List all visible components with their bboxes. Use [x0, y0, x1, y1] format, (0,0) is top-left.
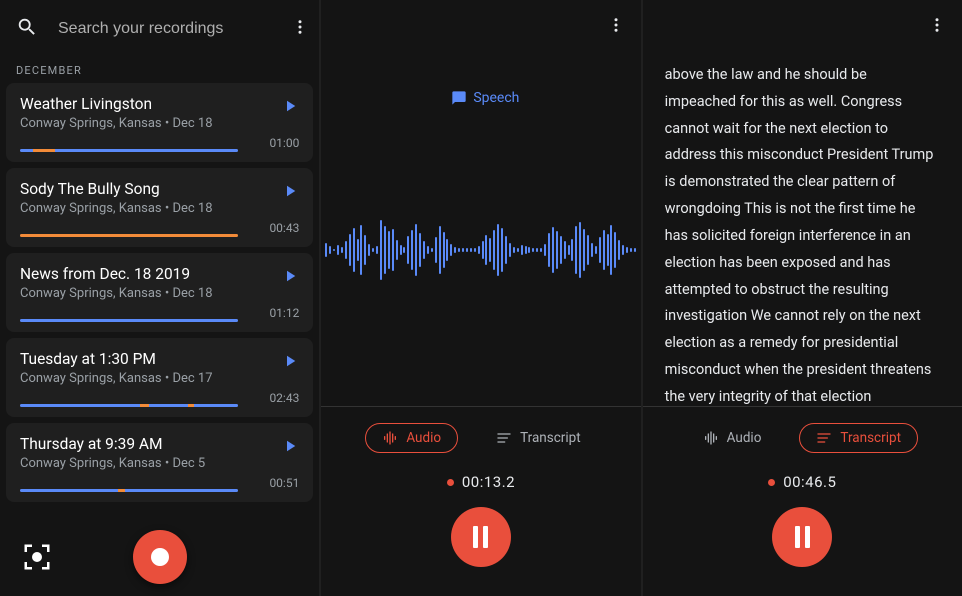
- recording-duration: 00:43: [269, 221, 299, 235]
- recordings-list: Weather Livingston Conway Springs, Kansas…: [0, 83, 319, 502]
- recording-classification-bar: [20, 489, 238, 492]
- recordings-pane: DECEMBER Weather Livingston Conway Spring…: [0, 0, 319, 596]
- player-footer: Audio Transcript 00:13.2: [321, 406, 640, 596]
- recording-item[interactable]: News from Dec. 18 2019 Conway Springs, Ka…: [6, 253, 313, 332]
- recording-subtitle: Conway Springs, Kansas • Dec 18: [20, 116, 299, 131]
- waveform[interactable]: [321, 205, 640, 295]
- recording-duration: 02:43: [269, 391, 299, 405]
- recording-indicator-icon: [768, 479, 775, 486]
- more-icon[interactable]: [285, 12, 315, 46]
- play-icon[interactable]: [281, 97, 299, 119]
- recording-item[interactable]: Sody The Bully Song Conway Springs, Kansa…: [6, 168, 313, 247]
- play-icon[interactable]: [281, 267, 299, 289]
- record-button[interactable]: [133, 530, 187, 584]
- play-icon[interactable]: [281, 352, 299, 374]
- transcript-tab[interactable]: Transcript: [799, 423, 918, 453]
- month-header: DECEMBER: [0, 50, 319, 83]
- recording-classification-bar: [20, 234, 238, 237]
- audio-tab[interactable]: Audio: [365, 423, 458, 453]
- recording-subtitle: Conway Springs, Kansas • Dec 18: [20, 286, 299, 301]
- recording-classification-bar: [20, 149, 238, 152]
- speech-tag: Speech: [451, 90, 519, 106]
- recording-classification-bar: [20, 319, 238, 322]
- search-input[interactable]: [58, 20, 265, 38]
- pause-button[interactable]: [772, 507, 832, 567]
- recording-item[interactable]: Weather Livingston Conway Springs, Kansas…: [6, 83, 313, 162]
- timer: 00:46.5: [768, 473, 836, 491]
- speech-label: Speech: [473, 90, 519, 106]
- recording-item[interactable]: Tuesday at 1:30 PM Conway Springs, Kansas…: [6, 338, 313, 417]
- recording-title: Thursday at 9:39 AM: [20, 435, 299, 453]
- recording-classification-bar: [20, 404, 238, 407]
- transcript-tab[interactable]: Transcript: [480, 424, 597, 452]
- recording-indicator-icon: [447, 479, 454, 486]
- play-icon[interactable]: [281, 182, 299, 204]
- audio-tab[interactable]: Audio: [687, 424, 778, 452]
- more-icon[interactable]: [922, 10, 952, 44]
- recording-subtitle: Conway Springs, Kansas • Dec 5: [20, 456, 299, 471]
- pause-button[interactable]: [451, 507, 511, 567]
- audio-pane: Speech Audio Transcript 00:13.2: [321, 0, 640, 596]
- player-footer: Audio Transcript 00:46.5: [643, 406, 962, 596]
- recording-subtitle: Conway Springs, Kansas • Dec 18: [20, 201, 299, 216]
- transcript-pane: above the law and he should be impeached…: [643, 0, 962, 596]
- more-icon[interactable]: [601, 10, 631, 44]
- recording-title: Weather Livingston: [20, 95, 299, 113]
- recording-title: Tuesday at 1:30 PM: [20, 350, 299, 368]
- transcript-text[interactable]: above the law and he should be impeached…: [643, 40, 962, 406]
- recording-item[interactable]: Thursday at 9:39 AM Conway Springs, Kansa…: [6, 423, 313, 502]
- recording-title: Sody The Bully Song: [20, 180, 299, 198]
- search-icon[interactable]: [16, 16, 38, 42]
- play-icon[interactable]: [281, 437, 299, 459]
- recording-duration: 00:51: [269, 476, 299, 490]
- recording-duration: 01:12: [269, 306, 299, 320]
- recording-duration: 01:00: [269, 136, 299, 150]
- recording-subtitle: Conway Springs, Kansas • Dec 17: [20, 371, 299, 386]
- timer: 00:13.2: [447, 473, 515, 491]
- recording-title: News from Dec. 18 2019: [20, 265, 299, 283]
- lens-icon[interactable]: [22, 542, 52, 576]
